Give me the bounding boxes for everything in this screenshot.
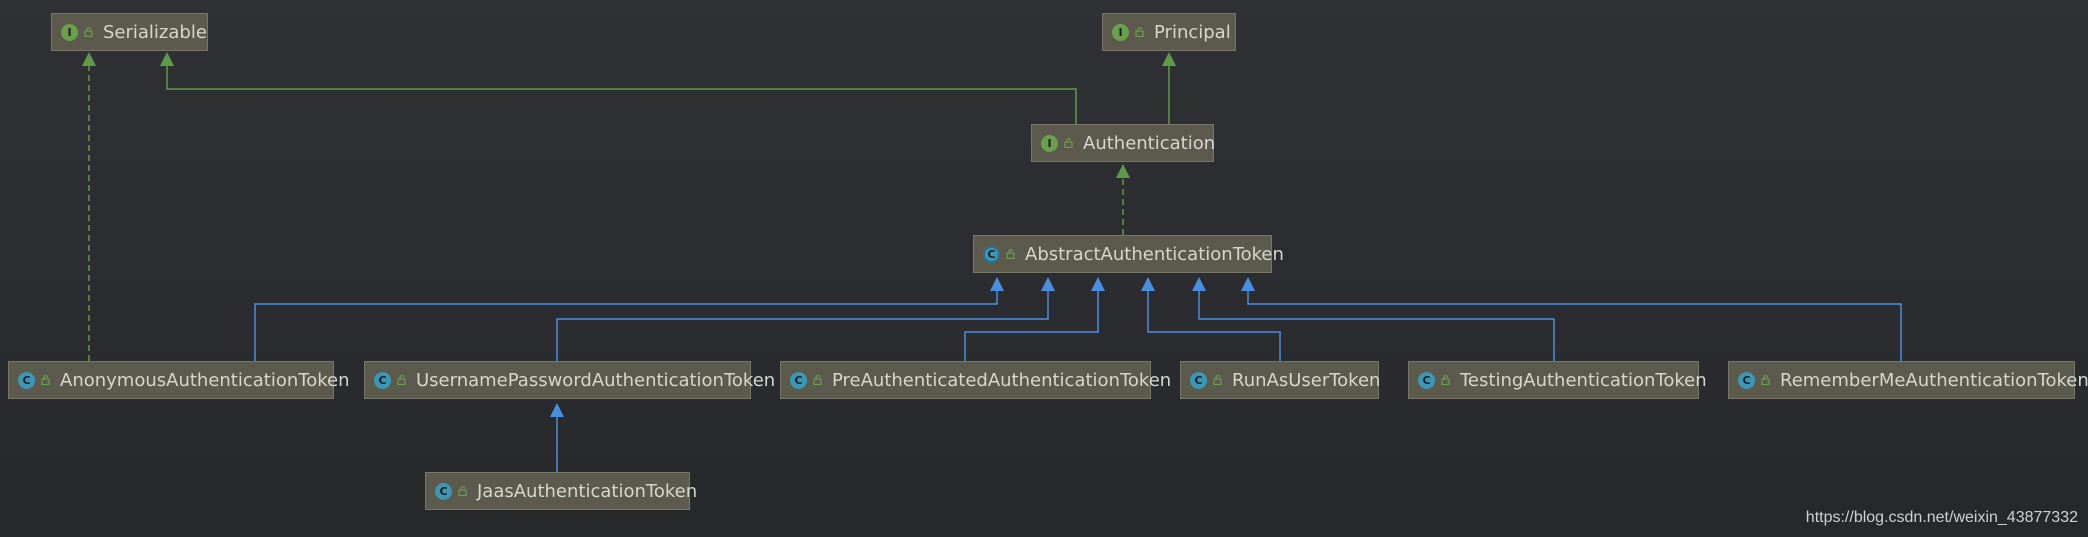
edge-remember-abstract xyxy=(1247,291,1902,361)
node-label: Authentication xyxy=(1083,132,1216,154)
class-icon: C xyxy=(1418,371,1435,389)
node-label: Serializable xyxy=(103,21,207,43)
arrow-head-authentication xyxy=(1116,164,1130,178)
watermark-url: https://blog.csdn.net/weixin_43877332 xyxy=(1805,509,2078,526)
node-remember-me-authentication-token[interactable]: C RememberMeAuthenticationToken xyxy=(1728,361,2088,399)
node-abstract-authentication-token[interactable]: C AbstractAuthenticationToken xyxy=(973,235,1284,273)
node-label: AbstractAuthenticationToken xyxy=(1025,243,1284,265)
node-label: AnonymousAuthenticationToken xyxy=(60,369,350,391)
edge-runas-abstract xyxy=(1147,291,1281,361)
node-label: RunAsUserToken xyxy=(1232,369,1381,391)
arrow-head-serializable-from-authentication xyxy=(160,52,174,66)
arrow-head-principal xyxy=(1162,52,1176,66)
class-icon: C xyxy=(790,371,807,389)
public-lock-icon xyxy=(1441,375,1450,385)
edge-username-abstract xyxy=(556,291,1049,361)
public-lock-icon xyxy=(1064,138,1073,148)
node-serializable[interactable]: I Serializable xyxy=(51,13,208,51)
node-principal[interactable]: I Principal xyxy=(1102,13,1236,51)
edge-preauth-abstract xyxy=(964,291,1099,361)
node-testing-authentication-token[interactable]: C TestingAuthenticationToken xyxy=(1408,361,1707,399)
public-lock-icon xyxy=(1761,375,1770,385)
node-authentication[interactable]: I Authentication xyxy=(1031,124,1216,162)
public-lock-icon xyxy=(1213,375,1222,385)
interface-icon: I xyxy=(1112,23,1129,41)
arrow-head-abstract-5 xyxy=(1192,277,1206,291)
uml-diagram-canvas: I Serializable I Principal I Authenticat… xyxy=(0,0,2088,537)
public-lock-icon xyxy=(1006,249,1015,259)
class-icon: C xyxy=(1190,371,1207,389)
public-lock-icon xyxy=(813,375,822,385)
public-lock-icon xyxy=(1135,27,1144,37)
edge-testing-abstract xyxy=(1198,291,1555,361)
arrow-head-abstract-4 xyxy=(1141,277,1155,291)
node-label: PreAuthenticatedAuthenticationToken xyxy=(832,369,1172,391)
class-icon: C xyxy=(18,371,35,389)
class-icon: C xyxy=(374,371,391,389)
public-lock-icon xyxy=(397,375,406,385)
node-run-as-user-token[interactable]: C RunAsUserToken xyxy=(1180,361,1381,399)
arrow-head-abstract-6 xyxy=(1241,277,1255,291)
public-lock-icon xyxy=(41,375,50,385)
interface-icon: I xyxy=(1041,134,1058,152)
class-icon: C xyxy=(1738,371,1755,389)
arrow-head-abstract-1 xyxy=(990,277,1004,291)
node-label: TestingAuthenticationToken xyxy=(1460,369,1707,391)
node-pre-authenticated-authentication-token[interactable]: C PreAuthenticatedAuthenticationToken xyxy=(780,361,1171,399)
node-anonymous-authentication-token[interactable]: C AnonymousAuthenticationToken xyxy=(8,361,349,399)
node-label: JaasAuthenticationToken xyxy=(477,480,698,502)
arrow-head-abstract-3 xyxy=(1091,277,1105,291)
node-jaas-authentication-token[interactable]: C JaasAuthenticationToken xyxy=(425,472,697,510)
arrow-head-username xyxy=(550,403,564,417)
abstract-class-icon: C xyxy=(983,245,1000,263)
node-label: RememberMeAuthenticationToken xyxy=(1780,369,2088,391)
edge-anonymous-abstract xyxy=(254,291,998,361)
node-label: UsernamePasswordAuthenticationToken xyxy=(416,369,776,391)
public-lock-icon xyxy=(84,27,93,37)
public-lock-icon xyxy=(458,486,467,496)
class-icon: C xyxy=(435,482,452,500)
arrow-head-abstract-2 xyxy=(1041,277,1055,291)
edge-authentication-serializable xyxy=(166,66,1077,124)
interface-icon: I xyxy=(61,23,78,41)
arrow-head-serializable-from-anonymous xyxy=(82,52,96,66)
node-username-password-authentication-token[interactable]: C UsernamePasswordAuthenticationToken xyxy=(364,361,775,399)
node-label: Principal xyxy=(1154,21,1231,43)
